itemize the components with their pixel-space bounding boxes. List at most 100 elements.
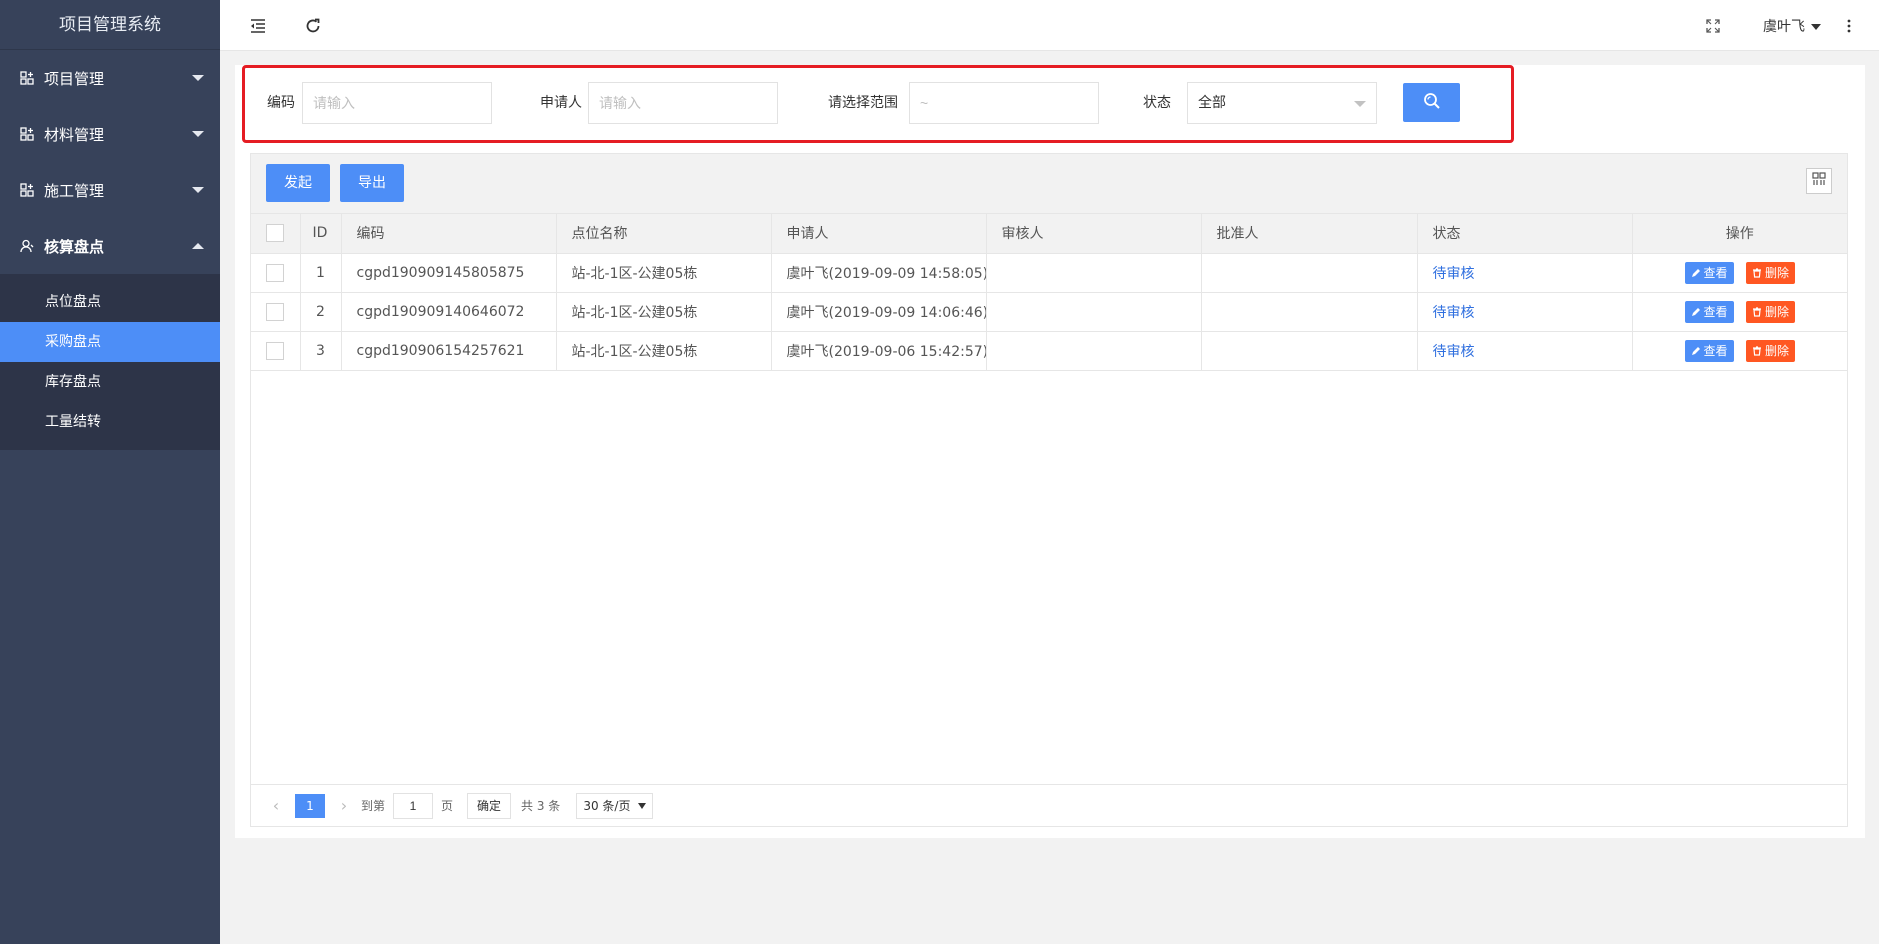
- column-header-id[interactable]: ID: [300, 214, 342, 254]
- delete-button[interactable]: 删除: [1745, 261, 1795, 284]
- columns-icon: [1812, 172, 1826, 190]
- sidebar-subitem-site-inventory[interactable]: 点位盘点: [0, 282, 220, 322]
- delete-button-label: 删除: [1764, 305, 1789, 319]
- column-header-code[interactable]: 编码: [341, 214, 557, 254]
- column-header-approver[interactable]: 批准人: [1201, 214, 1418, 254]
- delete-button[interactable]: 删除: [1745, 300, 1795, 323]
- row-checkbox[interactable]: [266, 341, 285, 360]
- cell-status: 待审核: [1417, 292, 1633, 332]
- column-header-status[interactable]: 状态: [1417, 214, 1633, 254]
- applicant-input[interactable]: [588, 82, 778, 124]
- start-button[interactable]: 发起: [266, 164, 330, 202]
- range-label: 请选择范围: [828, 95, 898, 111]
- total-count: 共 3 条: [521, 799, 561, 813]
- sidebar-subitem-workload-carryover[interactable]: 工量结转: [0, 402, 220, 442]
- sidebar-item-material-management[interactable]: 材料管理: [0, 106, 220, 162]
- column-header-reviewer[interactable]: 审核人: [986, 214, 1202, 254]
- cell-actions: 查看 删除: [1632, 331, 1847, 371]
- columns-toggle-button[interactable]: [1806, 168, 1832, 194]
- refresh-icon[interactable]: [303, 16, 323, 36]
- prev-page-icon[interactable]: ‹: [265, 795, 287, 817]
- code-input[interactable]: [302, 82, 492, 124]
- cell-status: 待审核: [1417, 331, 1633, 371]
- cell-reviewer: [986, 253, 1202, 293]
- cell-id: 3: [300, 331, 342, 371]
- select-all-checkbox[interactable]: [266, 224, 285, 243]
- cell-reviewer: [986, 331, 1202, 371]
- chevron-up-icon: [192, 243, 204, 249]
- sidebar-item-label: 施工管理: [44, 181, 105, 200]
- cell-site-name: 站-北-1区-公建05栋: [556, 253, 772, 293]
- delete-button[interactable]: 删除: [1745, 339, 1795, 362]
- cell-applicant: 虞叶飞(2019-09-09 14:06:46): [771, 292, 987, 332]
- more-vertical-icon[interactable]: [1839, 16, 1859, 36]
- column-header-site-name[interactable]: 点位名称: [556, 214, 772, 254]
- search-button[interactable]: [1403, 83, 1460, 122]
- row-checkbox[interactable]: [266, 263, 285, 282]
- delete-button-label: 删除: [1764, 266, 1789, 280]
- cell-actions: 查看 删除: [1632, 292, 1847, 332]
- next-page-icon[interactable]: ›: [333, 795, 355, 817]
- goto-confirm-button[interactable]: 确定: [467, 792, 512, 819]
- row-select-cell: [251, 253, 301, 293]
- status-link[interactable]: 待审核: [1433, 344, 1475, 360]
- sidebar: 项目管理系统 项目管理 材料管理 施工管理 核算盘点 点位盘点 采购盘点 库存盘…: [0, 0, 220, 944]
- view-button-label: 查看: [1703, 305, 1728, 319]
- sidebar-item-construction-management[interactable]: 施工管理: [0, 162, 220, 218]
- row-checkbox[interactable]: [266, 302, 285, 321]
- cell-approver: [1201, 331, 1418, 371]
- app-title: 项目管理系统: [0, 0, 220, 50]
- sidebar-item-label: 核算盘点: [44, 237, 105, 256]
- date-range-input[interactable]: [909, 82, 1099, 124]
- main-content: 编码 申请人 请选择范围 状态 全部 发起 导出: [235, 65, 1865, 838]
- view-button-label: 查看: [1703, 266, 1728, 280]
- sidebar-item-project-management[interactable]: 项目管理: [0, 50, 220, 106]
- grid-plus-icon: [20, 183, 34, 197]
- edit-icon: [1691, 307, 1700, 316]
- status-label: 状态: [1143, 95, 1171, 111]
- sidebar-item-label: 材料管理: [44, 125, 105, 144]
- user-icon: [20, 239, 34, 253]
- export-button[interactable]: 导出: [340, 164, 404, 202]
- goto-page-input[interactable]: [393, 792, 434, 819]
- edit-icon: [1691, 346, 1700, 355]
- trash-icon: [1752, 267, 1761, 278]
- user-name: 虞叶飞: [1763, 19, 1805, 35]
- menu-indent-icon[interactable]: [248, 16, 268, 36]
- table-row: 2 cgpd190909140646072 站-北-1区-公建05栋 虞叶飞(2…: [251, 292, 1847, 332]
- top-header: 虞叶飞: [220, 0, 1879, 51]
- grid-plus-icon: [20, 127, 34, 141]
- sidebar-subitem-purchase-inventory[interactable]: 采购盘点: [0, 322, 220, 362]
- cell-site-name: 站-北-1区-公建05栋: [556, 331, 772, 371]
- column-header-applicant[interactable]: 申请人: [771, 214, 987, 254]
- edit-icon: [1691, 268, 1700, 277]
- user-menu[interactable]: 虞叶飞: [1763, 16, 1821, 36]
- goto-label: 到第: [361, 799, 386, 813]
- search-icon: [1423, 92, 1441, 114]
- page-number-current[interactable]: 1: [295, 793, 325, 818]
- sidebar-item-accounting-inventory[interactable]: 核算盘点: [0, 218, 220, 274]
- cell-id: 1: [300, 253, 342, 293]
- trash-icon: [1752, 306, 1761, 317]
- data-table: ID 编码 点位名称 申请人 审核人 批准人 状态 操作 1 cgpd19090…: [251, 214, 1847, 371]
- page-size-select[interactable]: 30 条/页: [576, 792, 654, 819]
- select-all-cell: [251, 214, 301, 254]
- page-size-value: 30 条/页: [583, 798, 631, 813]
- cell-applicant: 虞叶飞(2019-09-09 14:58:05): [771, 253, 987, 293]
- page-unit-label: 页: [441, 799, 454, 813]
- table-row: 3 cgpd190906154257621 站-北-1区-公建05栋 虞叶飞(2…: [251, 331, 1847, 371]
- grid-plus-icon: [20, 71, 34, 85]
- status-link[interactable]: 待审核: [1433, 305, 1475, 321]
- fullscreen-icon[interactable]: [1703, 16, 1723, 36]
- view-button[interactable]: 查看: [1684, 300, 1734, 323]
- table-toolbar: 发起 导出: [251, 154, 1847, 214]
- cell-id: 2: [300, 292, 342, 332]
- status-link[interactable]: 待审核: [1433, 266, 1475, 282]
- row-select-cell: [251, 292, 301, 332]
- view-button[interactable]: 查看: [1684, 261, 1734, 284]
- status-select[interactable]: 全部: [1187, 82, 1377, 124]
- sidebar-subitem-stock-inventory[interactable]: 库存盘点: [0, 362, 220, 402]
- pagination: ‹ 1 › 到第 页 确定 共 3 条 30 条/页: [251, 784, 1847, 826]
- view-button[interactable]: 查看: [1684, 339, 1734, 362]
- cell-actions: 查看 删除: [1632, 253, 1847, 293]
